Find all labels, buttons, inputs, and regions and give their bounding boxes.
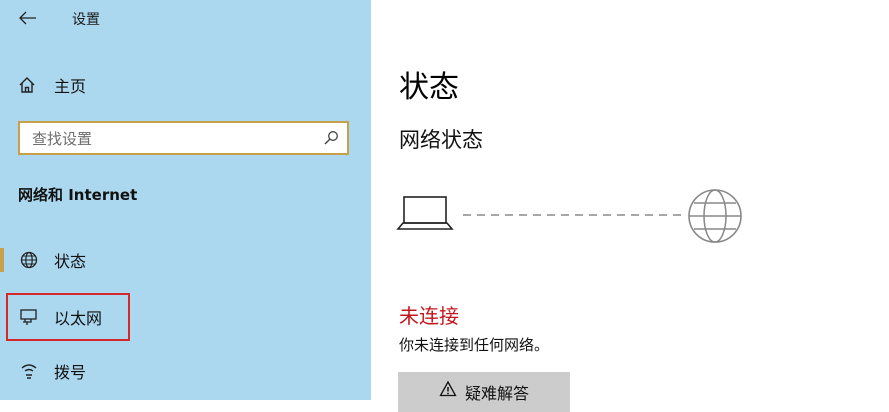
troubleshoot-label: 疑难解答 [464,384,529,403]
search-icon [324,131,338,145]
connection-description: 你未连接到任何网络。 [399,336,550,354]
back-button[interactable] [14,6,42,30]
sidebar-item-status-label: 状态 [54,252,87,271]
network-diagram [396,189,742,243]
internet-globe-icon [688,189,742,243]
main-content: 状态 网络状态 未连接 你未连接到任何网络。 疑难解答 [371,0,889,412]
laptop-icon [396,196,454,230]
page-title: 状态 [399,70,459,105]
sidebar: 设置 主页 网络和 Internet 状态 以太网 [0,0,371,400]
troubleshoot-button[interactable]: 疑难解答 [398,372,570,412]
section-title: 网络和 Internet [18,186,138,204]
sidebar-item-home-label: 主页 [54,77,87,96]
globe-icon [20,251,38,269]
warning-icon [439,380,457,397]
highlight-box [6,293,130,341]
search-box[interactable] [18,121,349,155]
network-status-title: 网络状态 [399,128,483,152]
sidebar-item-home[interactable]: 主页 [18,72,218,98]
back-arrow-icon [19,11,36,25]
search-input[interactable] [32,129,312,149]
home-icon [19,77,35,93]
sidebar-item-dialup-label: 拨号 [54,363,87,382]
dialup-icon [21,364,37,379]
sidebar-item-dialup[interactable]: 拨号 [0,353,360,389]
window-title: 设置 [72,12,100,28]
sidebar-item-status[interactable]: 状态 [0,242,360,278]
connection-status: 未连接 [399,304,459,328]
